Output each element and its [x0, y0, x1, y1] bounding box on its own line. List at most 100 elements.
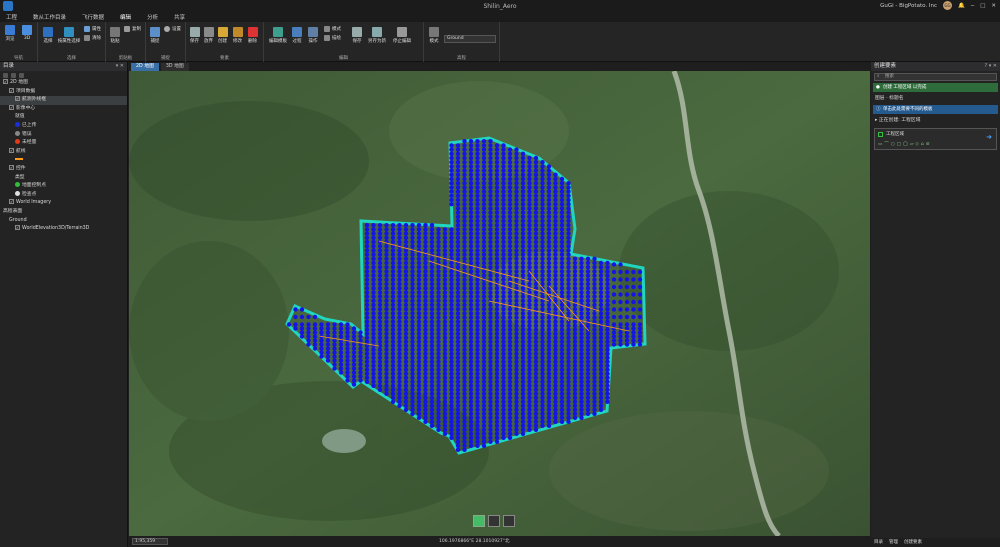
3d-button[interactable]: 3D	[20, 25, 34, 41]
image-center-point	[598, 355, 604, 360]
image-center-point	[462, 147, 467, 152]
image-center-point	[553, 269, 558, 274]
delete-button[interactable]: 删除	[246, 27, 259, 44]
image-center-point	[338, 326, 344, 331]
operation-button[interactable]: 操作	[306, 27, 320, 44]
avatar[interactable]: GG	[943, 1, 953, 10]
tab-2d-map[interactable]: 2D 地图	[131, 63, 159, 71]
save-as-button[interactable]: 另存为新	[366, 27, 388, 44]
construction-tools[interactable]: ▭⌒○□◯▱◇⌂⊘	[878, 141, 932, 147]
image-center-point	[553, 367, 558, 372]
edit-template-button[interactable]: 编辑模板	[267, 27, 289, 44]
copy-button[interactable]: 复制	[124, 26, 141, 32]
layer-tree-item[interactable]: ✓ 控件	[0, 164, 127, 174]
layer-tree-item[interactable]: 类型	[0, 174, 127, 183]
layer-tree-item[interactable]: ✓ World Imagery	[0, 199, 127, 208]
source-icon[interactable]	[19, 72, 24, 78]
layer-tree-item[interactable]	[0, 156, 127, 165]
layer-tree-item[interactable]: 就值	[0, 113, 127, 122]
tab-project[interactable]: 工程	[6, 13, 17, 21]
map-svg[interactable]	[129, 71, 870, 536]
image-center-point	[364, 307, 370, 312]
info-notice[interactable]: ⓘ 单击此处需要不同的模板	[873, 105, 998, 114]
layer-tree-item[interactable]: 高程表面	[0, 208, 127, 217]
visibility-checkbox[interactable]: ✓	[9, 147, 14, 153]
map-canvas[interactable]	[129, 71, 870, 536]
tab-create-features[interactable]: 创建要素	[904, 538, 922, 547]
trace-button[interactable]: 描绘	[324, 35, 341, 41]
image-center-point	[566, 193, 571, 198]
layer-tree-item[interactable]: 未经量	[0, 139, 127, 148]
image-center-point	[507, 256, 513, 261]
visibility-checkbox[interactable]: ✓	[15, 225, 20, 231]
clear-button[interactable]: 清除	[84, 35, 101, 41]
layer-tree-item[interactable]: ✓ 航线	[0, 147, 127, 157]
explore-button[interactable]: 浏览	[3, 25, 17, 42]
image-center-point	[566, 407, 571, 412]
image-center-point	[455, 443, 461, 448]
discard-button[interactable]: 放弃	[202, 27, 215, 44]
layer-tree-item[interactable]: 已上传	[0, 121, 127, 131]
scale-select[interactable]: 1:95,359	[132, 538, 168, 545]
list-icon[interactable]	[11, 72, 16, 78]
attributes-button[interactable]: 属性	[84, 26, 101, 32]
image-center-point	[416, 403, 422, 408]
paste-button[interactable]: 粘贴	[108, 27, 122, 44]
layer-tree-item[interactable]: Ground	[0, 217, 127, 226]
notification-icon[interactable]: 🔔	[958, 3, 965, 9]
visibility-checkbox[interactable]: ✓	[9, 199, 14, 205]
layer-tree-item[interactable]: 地面控制点	[0, 182, 127, 191]
layer-tree-item[interactable]: 检查点	[0, 190, 127, 200]
snap-button[interactable]: 捕捉	[148, 27, 162, 44]
image-center-point	[442, 379, 448, 384]
tab-manage[interactable]: 管理	[889, 538, 898, 547]
zoom-icon[interactable]	[503, 515, 515, 527]
visibility-checkbox[interactable]: ✓	[9, 164, 14, 170]
layer-tree-item[interactable]: ✓ 航测外线框	[0, 96, 127, 105]
tab-contents[interactable]: 目录	[874, 538, 883, 547]
arrow-right-icon[interactable]: ➜	[986, 133, 992, 141]
elevation-mode-button[interactable]: 模式	[427, 27, 441, 44]
tab-analysis[interactable]: 分析	[147, 13, 158, 21]
layer-tree-item[interactable]: 错误	[0, 130, 127, 140]
pan-icon[interactable]	[488, 515, 500, 527]
layer-tree-item[interactable]: ✓ 项目数据	[0, 87, 127, 97]
create-button[interactable]: 创建	[216, 27, 229, 44]
tab-share[interactable]: 共享	[174, 13, 185, 21]
close-icon[interactable]: ✕	[991, 3, 996, 9]
save-button[interactable]: 保存	[188, 27, 201, 44]
layer-tree-item[interactable]: ✓ 2D 地图	[0, 79, 127, 88]
tab-flight-data[interactable]: 飞行数据	[82, 13, 104, 21]
feature-template[interactable]: 工程区域 ▭⌒○□◯▱◇⌂⊘ ➜	[874, 128, 997, 150]
image-center-point	[455, 286, 461, 291]
pane-controls-icon[interactable]: ? ▾ ✕	[984, 62, 997, 71]
process-button[interactable]: 过程	[290, 27, 304, 44]
settings-button[interactable]: 设置	[164, 26, 181, 32]
full-extent-icon[interactable]	[473, 515, 485, 527]
visibility-checkbox[interactable]: ✓	[3, 79, 8, 84]
minimize-icon[interactable]: ─	[971, 3, 974, 9]
tab-3d-map[interactable]: 3D 地图	[160, 63, 189, 71]
elevation-surface-select[interactable]: Ground	[444, 35, 496, 43]
layer-tree-item[interactable]: ✓ 影像中心	[0, 104, 127, 114]
maximize-icon[interactable]: □	[980, 3, 985, 9]
stop-editing-button[interactable]: 停止编辑	[391, 27, 413, 44]
visibility-checkbox[interactable]: ✓	[15, 96, 20, 102]
filter-icon[interactable]	[3, 72, 8, 78]
visibility-checkbox[interactable]: ✓	[9, 87, 14, 93]
visibility-checkbox[interactable]: ✓	[9, 104, 14, 110]
tab-edit[interactable]: 编辑	[120, 13, 131, 21]
image-center-point	[475, 218, 480, 224]
modify-button[interactable]: 修改	[231, 27, 244, 44]
layer-tree-item[interactable]: ✓ WorldElevation3D/Terrain3D	[0, 225, 127, 234]
tab-workspace[interactable]: 数从工作目录	[33, 13, 66, 21]
image-center-point	[585, 359, 591, 364]
image-center-point	[514, 343, 519, 348]
select-button[interactable]: 选择	[41, 27, 55, 44]
save-edits-button[interactable]: 保存	[350, 27, 364, 44]
mode-button[interactable]: 模式	[324, 26, 341, 32]
image-center-point	[514, 239, 519, 245]
pane-controls-icon[interactable]: ▾ ✕	[116, 62, 124, 71]
select-by-attribute-button[interactable]: 按属性选择	[57, 27, 81, 44]
template-search-input[interactable]: ⌕ 搜索	[874, 73, 997, 81]
